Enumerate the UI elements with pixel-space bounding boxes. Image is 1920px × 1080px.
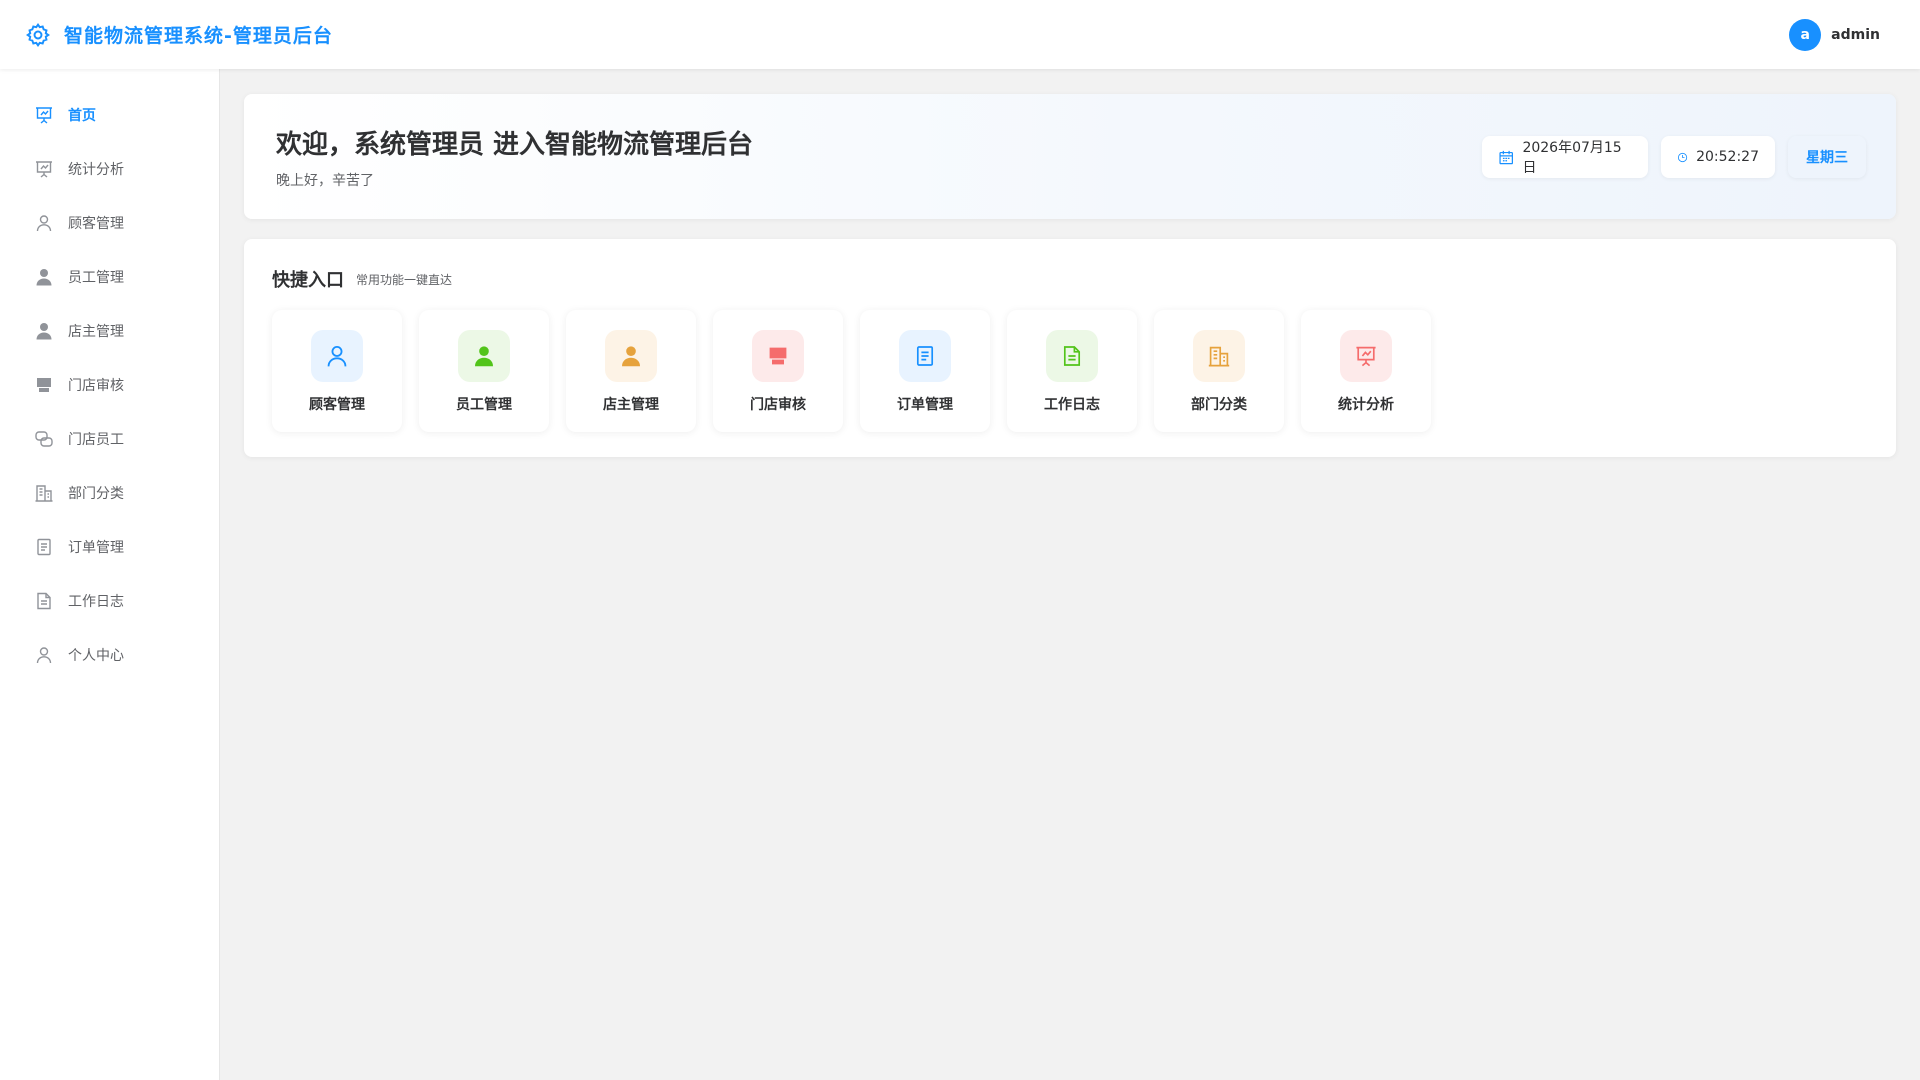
sidebar-item-label: 工作日志 xyxy=(68,594,124,610)
office-building-icon xyxy=(35,485,53,502)
quick-tile-statistics[interactable]: 统计分析 xyxy=(1301,310,1431,432)
sidebar-item-shop-owners[interactable]: 店主管理 xyxy=(0,304,219,358)
time-chip: 20:52:27 xyxy=(1661,136,1775,178)
presentation-icon xyxy=(1340,330,1392,382)
current-time: 20:52:27 xyxy=(1696,149,1759,165)
sidebar-item-shop-staff[interactable]: 门店员工 xyxy=(0,412,219,466)
sidebar-item-label: 顾客管理 xyxy=(68,216,124,232)
quick-tile-employees[interactable]: 员工管理 xyxy=(419,310,549,432)
welcome-subtitle: 晚上好，辛苦了 xyxy=(276,173,374,189)
quick-tile-departments[interactable]: 部门分类 xyxy=(1154,310,1284,432)
quick-tile-label: 顾客管理 xyxy=(309,397,365,413)
quick-tile-shop-review[interactable]: 门店审核 xyxy=(713,310,843,432)
quick-entry-card: 快捷入口 常用功能一键直达 顾客管理 员工管理 店主管理 门店审核 订单管理 工… xyxy=(244,239,1896,457)
sidebar-item-shop-review[interactable]: 门店审核 xyxy=(0,358,219,412)
quick-tile-label: 门店审核 xyxy=(750,397,806,413)
sidebar-item-work-log[interactable]: 工作日志 xyxy=(0,574,219,628)
welcome-title: 欢迎，系统管理员 进入智能物流管理后台 xyxy=(276,130,754,160)
avatar[interactable]: a xyxy=(1789,19,1822,51)
user-filled-icon xyxy=(605,330,657,382)
quick-tile-label: 员工管理 xyxy=(456,397,512,413)
quick-tile-label: 统计分析 xyxy=(1338,397,1394,413)
sidebar-item-label: 统计分析 xyxy=(68,162,124,178)
app-title: 智能物流管理系统-管理员后台 xyxy=(64,25,333,47)
quick-tile-customers[interactable]: 顾客管理 xyxy=(272,310,402,432)
quick-entry-title: 快捷入口 xyxy=(272,270,344,291)
current-weekday: 星期三 xyxy=(1806,150,1848,166)
tickets-icon xyxy=(37,538,51,556)
welcome-card: 欢迎，系统管理员 进入智能物流管理后台 晚上好，辛苦了 2026年07月15日 … xyxy=(244,94,1896,219)
sidebar-item-profile[interactable]: 个人中心 xyxy=(0,628,219,682)
quick-entry-subtitle: 常用功能一键直达 xyxy=(356,273,453,287)
sidebar: 首页 统计分析 顾客管理 员工管理 店主管理 门店审核 门店员工 部门分类 订单… xyxy=(0,69,220,1080)
sidebar-item-employees[interactable]: 员工管理 xyxy=(0,250,219,304)
tickets-icon xyxy=(899,330,951,382)
sidebar-item-home[interactable]: 首页 xyxy=(0,88,219,142)
sidebar-item-label: 订单管理 xyxy=(68,540,124,556)
quick-tile-orders[interactable]: 订单管理 xyxy=(860,310,990,432)
quick-tile-label: 订单管理 xyxy=(897,397,953,413)
sidebar-item-departments[interactable]: 部门分类 xyxy=(0,466,219,520)
document-icon xyxy=(1046,330,1098,382)
sidebar-item-customers[interactable]: 顾客管理 xyxy=(0,196,219,250)
presentation-icon xyxy=(36,161,52,178)
user-outline-icon xyxy=(311,330,363,382)
sidebar-item-label: 员工管理 xyxy=(68,270,124,286)
calendar-icon xyxy=(1499,150,1513,164)
presentation-icon xyxy=(36,107,52,124)
user-outline-icon xyxy=(36,215,52,232)
quick-tile-label: 店主管理 xyxy=(603,397,659,413)
user-outline-icon xyxy=(36,647,52,664)
current-date: 2026年07月15日 xyxy=(1522,140,1622,176)
quick-tile-label: 工作日志 xyxy=(1044,397,1100,413)
sidebar-item-label: 首页 xyxy=(68,108,96,124)
chat-icon xyxy=(35,431,53,447)
sidebar-item-label: 个人中心 xyxy=(68,648,124,664)
sidebar-item-label: 门店员工 xyxy=(68,432,124,448)
user-filled-icon xyxy=(458,330,510,382)
sidebar-item-label: 部门分类 xyxy=(68,486,124,502)
user-menu[interactable]: a admin xyxy=(1789,19,1880,51)
user-filled-icon xyxy=(36,269,52,286)
shop-icon xyxy=(37,378,51,392)
gear-icon xyxy=(26,23,50,47)
office-building-icon xyxy=(1193,330,1245,382)
top-header: 智能物流管理系统-管理员后台 a admin xyxy=(0,0,1920,69)
sidebar-item-label: 店主管理 xyxy=(68,324,124,340)
document-icon xyxy=(37,592,51,610)
quick-tile-shop-owners[interactable]: 店主管理 xyxy=(566,310,696,432)
date-chip: 2026年07月15日 xyxy=(1482,136,1648,178)
sidebar-item-orders[interactable]: 订单管理 xyxy=(0,520,219,574)
sidebar-item-label: 门店审核 xyxy=(68,378,124,394)
quick-tile-work-log[interactable]: 工作日志 xyxy=(1007,310,1137,432)
clock-icon xyxy=(1677,152,1688,162)
user-filled-icon xyxy=(36,323,52,340)
shop-icon xyxy=(752,330,804,382)
sidebar-item-statistics[interactable]: 统计分析 xyxy=(0,142,219,196)
quick-tile-label: 部门分类 xyxy=(1191,397,1247,413)
username[interactable]: admin xyxy=(1831,27,1880,43)
weekday-chip: 星期三 xyxy=(1788,136,1866,178)
